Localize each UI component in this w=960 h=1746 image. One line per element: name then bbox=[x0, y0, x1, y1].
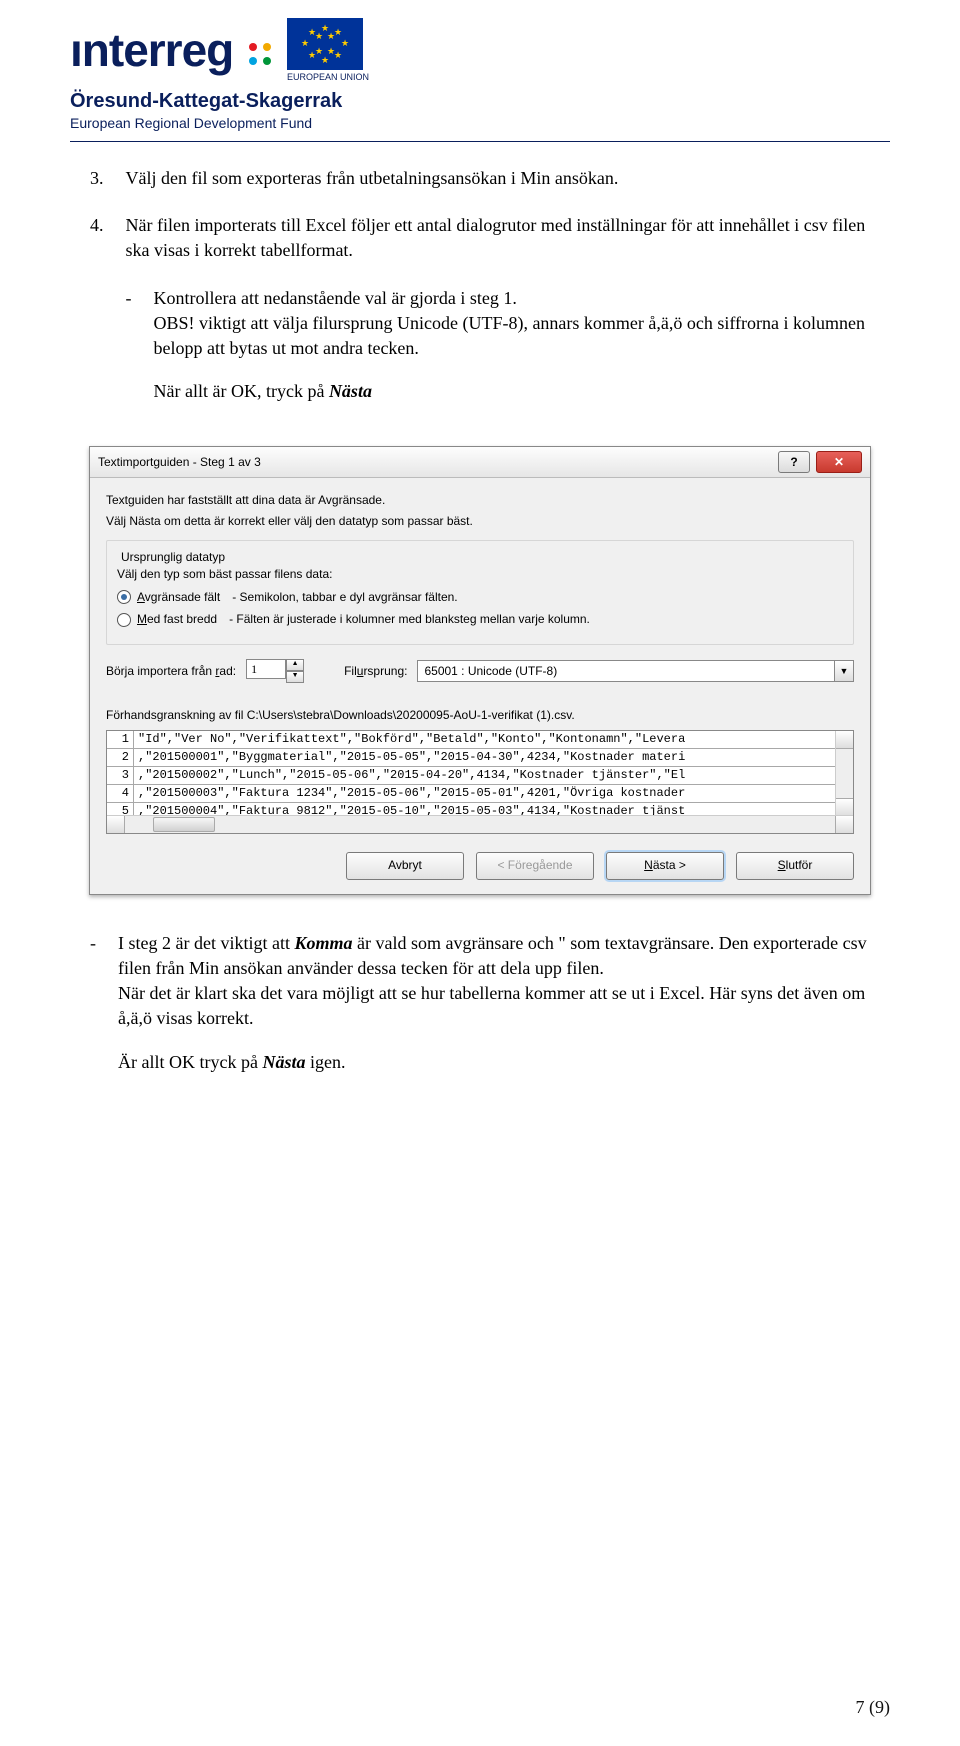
spinner-up-icon[interactable]: ▲ bbox=[286, 659, 304, 671]
finish-button[interactable]: Slutför bbox=[736, 852, 854, 880]
file-origin-combo[interactable]: 65001 : Unicode (UTF-8) ▼ bbox=[417, 660, 854, 682]
substep-1-line-b: OBS! viktigt att välja filursprung Unico… bbox=[154, 311, 891, 361]
eu-flag-icon: ★ ★ ★ ★ ★ ★ ★ ★ ★ ★ ★ ★ bbox=[287, 18, 363, 70]
substep-2-line-3: Är allt OK tryck på Nästa igen. bbox=[118, 1050, 890, 1075]
radio-fixed-desc: - Fälten är justerade i kolumner med bla… bbox=[229, 611, 590, 628]
page-header: ınterreg ★ ★ ★ ★ ★ ★ bbox=[70, 18, 890, 142]
dialog-title: Textimportguiden - Steg 1 av 3 bbox=[98, 454, 772, 471]
vertical-scrollbar[interactable] bbox=[835, 731, 853, 816]
radio-delimited-desc: - Semikolon, tabbar e dyl avgränsar fält… bbox=[232, 589, 457, 606]
eu-flag-block: ★ ★ ★ ★ ★ ★ ★ ★ ★ ★ ★ ★ EUROPEAN UNION bbox=[287, 18, 369, 82]
step-4: 4. När filen importerats till Excel följ… bbox=[90, 213, 890, 416]
question-icon: ? bbox=[790, 454, 797, 471]
substep-1-line-a: Kontrollera att nedanstående val är gjor… bbox=[154, 286, 891, 311]
bullet-dash: - bbox=[90, 931, 96, 1075]
step-3: 3. Välj den fil som exporteras från utbe… bbox=[90, 166, 890, 191]
datatype-group-title: Ursprunglig datatyp bbox=[117, 549, 229, 566]
radio-delimited-row[interactable]: Avgränsade fält - Semikolon, tabbar e dy… bbox=[117, 589, 843, 606]
step-3-text: Välj den fil som exporteras från utbetal… bbox=[126, 166, 891, 191]
substep-1: - Kontrollera att nedanstående val är gj… bbox=[126, 286, 891, 405]
logo-dots-icon bbox=[245, 39, 275, 69]
close-icon: ✕ bbox=[834, 454, 844, 471]
preview-label: Förhandsgranskning av fil C:\Users\stebr… bbox=[106, 707, 854, 724]
interreg-logo: ınterreg bbox=[70, 23, 275, 77]
scroll-right-icon[interactable] bbox=[835, 816, 853, 833]
file-origin-value: 65001 : Unicode (UTF-8) bbox=[417, 660, 835, 682]
preview-box: 1"Id","Ver No","Verifikattext","Bokförd"… bbox=[106, 730, 854, 834]
radio-delimited-label: Avgränsade fält bbox=[137, 589, 220, 606]
scroll-thumb[interactable] bbox=[153, 817, 215, 832]
spinner-down-icon[interactable]: ▼ bbox=[286, 671, 304, 683]
close-button[interactable]: ✕ bbox=[816, 451, 862, 473]
start-row-spinner[interactable]: ▲ ▼ bbox=[246, 659, 304, 683]
preview-row: 3,"201500002","Lunch","2015-05-06","2015… bbox=[107, 766, 853, 784]
step-3-number: 3. bbox=[90, 166, 104, 191]
dialog-info-line-1: Textguiden har fastställt att dina data … bbox=[106, 492, 854, 509]
document-body: 3. Välj den fil som exporteras från utbe… bbox=[70, 166, 890, 1075]
back-button: < Föregående bbox=[476, 852, 594, 880]
substep-2: - I steg 2 är det viktigt att Komma är v… bbox=[90, 931, 890, 1075]
radio-fixed-label: Med fast bredd bbox=[137, 611, 217, 628]
chevron-down-icon[interactable]: ▼ bbox=[835, 660, 854, 682]
file-origin-label: Filursprung: bbox=[344, 663, 407, 680]
dialog-titlebar[interactable]: Textimportguiden - Steg 1 av 3 ? ✕ bbox=[90, 447, 870, 478]
preview-row: 2,"201500001","Byggmaterial","2015-05-05… bbox=[107, 748, 853, 766]
preview-row: 4,"201500003","Faktura 1234","2015-05-06… bbox=[107, 784, 853, 802]
datatype-group: Ursprunglig datatyp Välj den typ som bäs… bbox=[106, 540, 854, 645]
radio-fixed[interactable] bbox=[117, 613, 131, 627]
cancel-button[interactable]: Avbryt bbox=[346, 852, 464, 880]
bullet-dash: - bbox=[126, 286, 132, 405]
step-4-text: När filen importerats till Excel följer … bbox=[126, 213, 891, 263]
step-4-number: 4. bbox=[90, 213, 104, 416]
help-button[interactable]: ? bbox=[778, 451, 810, 473]
substep-1-line-c: När allt är OK, tryck på Nästa bbox=[154, 379, 891, 404]
substep-2-line-1: I steg 2 är det viktigt att Komma är val… bbox=[118, 931, 890, 981]
datatype-prompt: Välj den typ som bäst passar filens data… bbox=[117, 566, 843, 583]
text-import-wizard-dialog: Textimportguiden - Steg 1 av 3 ? ✕ Textg… bbox=[89, 446, 871, 895]
radio-delimited[interactable] bbox=[117, 590, 131, 604]
page-number: 7 (9) bbox=[856, 1697, 891, 1718]
eu-caption: EUROPEAN UNION bbox=[287, 72, 369, 82]
radio-fixed-row[interactable]: Med fast bredd - Fälten är justerade i k… bbox=[117, 611, 843, 628]
next-button[interactable]: Nästa > bbox=[606, 852, 724, 880]
substep-2-line-2: När det är klart ska det vara möjligt at… bbox=[118, 981, 890, 1031]
fund-name: European Regional Development Fund bbox=[70, 115, 890, 131]
preview-row: 1"Id","Ver No","Verifikattext","Bokförd"… bbox=[107, 731, 853, 749]
program-name: Öresund-Kattegat-Skagerrak bbox=[70, 90, 890, 113]
scroll-left-icon[interactable] bbox=[107, 816, 125, 833]
header-divider bbox=[70, 141, 890, 142]
start-row-input[interactable] bbox=[246, 659, 286, 679]
dialog-info-line-2: Välj Nästa om detta är korrekt eller väl… bbox=[106, 513, 854, 530]
start-row-label: Börja importera från rad: bbox=[106, 663, 236, 680]
horizontal-scrollbar[interactable] bbox=[107, 815, 853, 833]
